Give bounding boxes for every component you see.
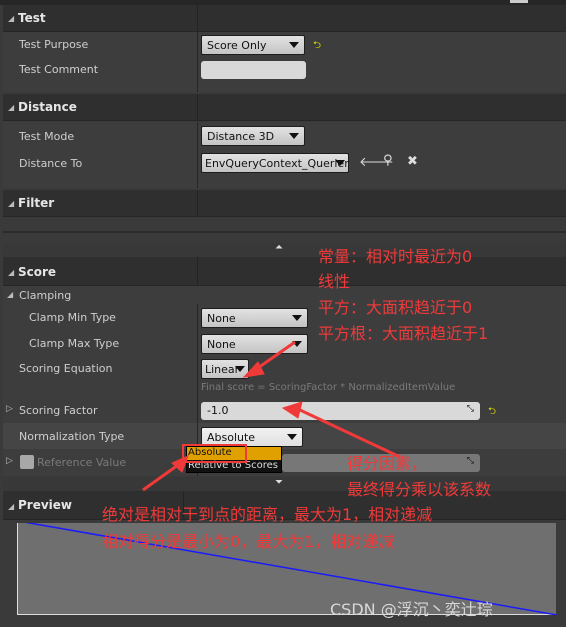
reset-to-default-icon[interactable]: ⮌ — [488, 404, 496, 421]
scoring-factor-label: Scoring Factor — [19, 404, 98, 417]
arrow-down-icon: ⏷ — [275, 477, 283, 488]
reset-to-default-icon[interactable]: ⮌ — [313, 38, 321, 55]
reference-value-checkbox[interactable] — [20, 455, 34, 469]
formula-hint: Final score = ScoringFactor * Normalized… — [201, 382, 456, 393]
annotation: 相对得分是最小为0，最大为1，相对递减 — [102, 532, 395, 551]
annotation: 绝对是相对于到点的距离，最大为1，相对递减 — [102, 505, 433, 524]
annotation: 平方根：大面积趋近于1 — [318, 324, 489, 343]
clamp-min-label: Clamp Min Type — [29, 311, 116, 324]
resize-drag-icon[interactable]: ⤡ — [467, 404, 474, 414]
scoring-factor-input[interactable]: -1.0 ⤡ — [201, 402, 480, 420]
top-scroll-thumb[interactable] — [510, 0, 528, 3]
annotation: 得分因素， — [347, 454, 428, 473]
chevron-down-icon — [289, 42, 299, 48]
annotation: 最终得分乘以该系数 — [347, 480, 492, 499]
clamp-max-dropdown[interactable]: None — [201, 334, 308, 354]
filter-collapsed-area — [3, 218, 566, 233]
scoring-equation-label: Scoring Equation — [19, 362, 113, 375]
section-title: Test — [18, 11, 46, 25]
test-mode-dropdown[interactable]: Distance 3D — [201, 126, 305, 146]
highlight-box — [182, 444, 247, 463]
section-title: Distance — [18, 100, 77, 114]
test-purpose-dropdown[interactable]: Score Only — [201, 35, 305, 55]
test-mode-label: Test Mode — [19, 130, 75, 143]
section-title: Filter — [18, 196, 55, 210]
section-title: Score — [18, 265, 57, 279]
test-comment-label: Test Comment — [19, 63, 99, 76]
scoring-equation-dropdown[interactable]: Linear — [201, 359, 249, 379]
annotation: 常量：相对时最近为0 — [318, 247, 473, 266]
section-header-distance[interactable]: ◢ Distance — [3, 94, 566, 121]
clamping-label: Clamping — [19, 289, 72, 302]
arrow-up-icon: ⏶ — [275, 242, 283, 253]
collapse-triangle-icon: ◢ — [8, 14, 15, 23]
reference-value-label: Reference Value — [37, 456, 127, 469]
section-header-score[interactable]: ◢ Score — [3, 257, 566, 286]
splitter-up[interactable]: ⏶ — [3, 242, 566, 257]
collapse-triangle-icon[interactable]: ◢ — [7, 290, 13, 299]
test-purpose-label: Test Purpose — [19, 38, 89, 51]
browse-search-icon[interactable]: ⚲ — [383, 153, 393, 168]
clamp-min-dropdown[interactable]: None — [201, 308, 308, 328]
expand-triangle-icon[interactable]: ▷ — [6, 456, 13, 466]
test-comment-input[interactable] — [201, 61, 306, 79]
distance-to-dropdown[interactable]: EnvQueryContext_Querier — [201, 153, 349, 173]
section-title: Preview — [18, 498, 73, 512]
section-header-test[interactable]: ◢ Test — [3, 5, 566, 32]
annotation: 线性 — [318, 272, 351, 291]
clamp-max-label: Clamp Max Type — [29, 337, 120, 350]
normalization-type-label: Normalization Type — [19, 430, 125, 443]
section-header-filter[interactable]: ◢ Filter — [3, 190, 566, 217]
distance-to-label: Distance To — [19, 157, 83, 170]
clear-x-icon[interactable]: ✖ — [407, 154, 418, 169]
expand-triangle-icon[interactable]: ▷ — [6, 404, 13, 414]
annotation: 平方：大面积趋近于0 — [318, 298, 473, 317]
watermark: CSDN @浮沉丶奕辻琮 — [330, 600, 493, 619]
